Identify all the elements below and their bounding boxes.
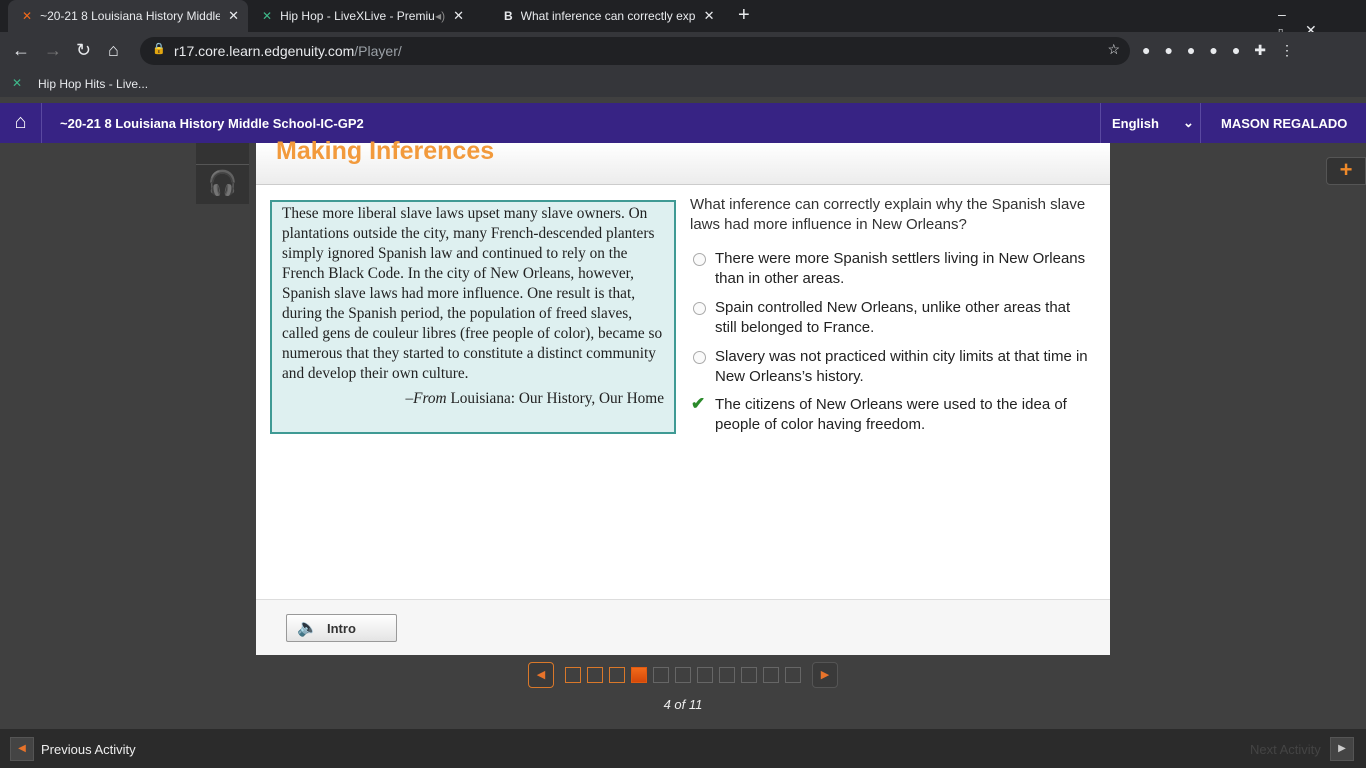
question-text: What inference can correctly explain why… [690,196,1086,233]
page-square-7[interactable] [697,667,713,683]
back-icon[interactable]: ← [12,40,30,61]
page-square-3[interactable] [609,667,625,683]
activity-footer: 🔈 Intro [256,599,1110,655]
answer-option-selected[interactable]: ✔ The citizens of New Orleans were used t… [690,394,1090,434]
radio-button[interactable] [693,302,706,315]
address-bar[interactable]: 🔒 r17.core.learn.edgenuity.com/Player/☆ [140,37,1130,65]
previous-activity-icon[interactable]: ◀ [10,737,34,761]
radio-button[interactable] [693,351,706,364]
browser-tab[interactable]: ✕ Hip Hop - LiveXLive - Premium ◂) ✕ [248,0,488,32]
close-tab-icon[interactable]: ✕ [228,8,239,24]
language-select[interactable]: English ⌄ [1100,103,1200,143]
home-icon[interactable]: ⌂ [108,40,119,61]
next-page-button[interactable]: ▶ [812,662,838,688]
passage-box: These more liberal slave laws upset many… [270,200,676,434]
browser-tab[interactable]: B What inference can correctly explain ✕ [490,0,730,32]
page-square-4[interactable] [631,667,647,683]
edgenuity-icon: ✕ [22,9,33,23]
page-square-2[interactable] [587,667,603,683]
page-square-8[interactable] [719,667,735,683]
browser-tab[interactable]: ✕~20-21 8 Louisiana History Middle Schoo… [8,0,248,32]
browser-tab-bar: ✕~20-21 8 Louisiana History Middle Schoo… [0,0,1366,38]
page-square-9[interactable] [741,667,757,683]
lesson-title: Making Inferences [276,137,495,165]
page-square-5[interactable] [653,667,669,683]
bookmarks-bar: ✕ Hip Hop Hits - Live... [0,70,1366,97]
bottom-bar: ◀ Previous Activity Next Activity ▶ [0,729,1366,768]
page-square-6[interactable] [675,667,691,683]
audio-icon[interactable]: ◂) [435,9,445,23]
next-activity-button[interactable]: Next Activity [1250,742,1321,757]
page-counter: 4 of 11 [663,697,703,712]
brainly-icon: B [504,9,513,23]
star-icon[interactable]: ☆ [1107,41,1120,58]
tool-sidebar: 🎧 [196,143,249,204]
page-square-1[interactable] [565,667,581,683]
bookmark-item[interactable]: Hip Hop Hits - Live... [38,77,148,91]
passage-text: These more liberal slave laws upset many… [282,205,663,382]
headphones-icon[interactable]: 🎧 [196,164,249,204]
chevron-down-icon: ⌄ [1183,115,1194,130]
livexlive-icon: ✕ [262,9,273,23]
intro-audio-button[interactable]: 🔈 Intro [286,614,397,642]
previous-activity-button[interactable]: Previous Activity [41,742,136,757]
close-tab-icon[interactable]: ✕ [704,8,715,24]
page-square-11[interactable] [785,667,801,683]
new-tab-button[interactable]: + [738,4,750,27]
checkmark-icon: ✔ [691,394,706,413]
lock-icon: 🔒 [152,43,166,55]
previous-page-button[interactable]: ◀ [528,662,554,688]
home-button[interactable]: ⌂ [0,103,42,143]
reload-icon[interactable]: ↻ [76,40,91,61]
next-activity-icon[interactable]: ▶ [1330,737,1354,761]
answer-option[interactable]: Spain controlled New Orleans, unlike oth… [690,298,1090,337]
lesson-titlebar: Making Inferences [256,137,1110,185]
course-title: ~20-21 8 Louisiana History Middle School… [60,116,364,131]
livexlive-icon: ✕ [12,76,23,90]
passage-source: –From Louisiana: Our History, Our Home [405,390,664,407]
answer-option[interactable]: Slavery was not practiced within city li… [690,347,1090,386]
course-header: ⌂ ~20-21 8 Louisiana History Middle Scho… [0,103,1366,143]
close-tab-icon[interactable]: ✕ [453,8,464,24]
user-name[interactable]: MASON REGALADO [1200,103,1366,143]
answer-option[interactable]: There were more Spanish settlers living … [690,249,1090,288]
forward-icon[interactable]: → [44,40,62,61]
radio-button[interactable] [693,253,706,266]
speaker-icon: 🔈 [297,618,319,637]
activity-panel: Making Inferences These more liberal sla… [256,137,1110,655]
plus-button[interactable]: + [1326,157,1366,185]
extension-icons[interactable]: ●●●●●✚⋮ [1142,42,1308,59]
page-square-10[interactable] [763,667,779,683]
